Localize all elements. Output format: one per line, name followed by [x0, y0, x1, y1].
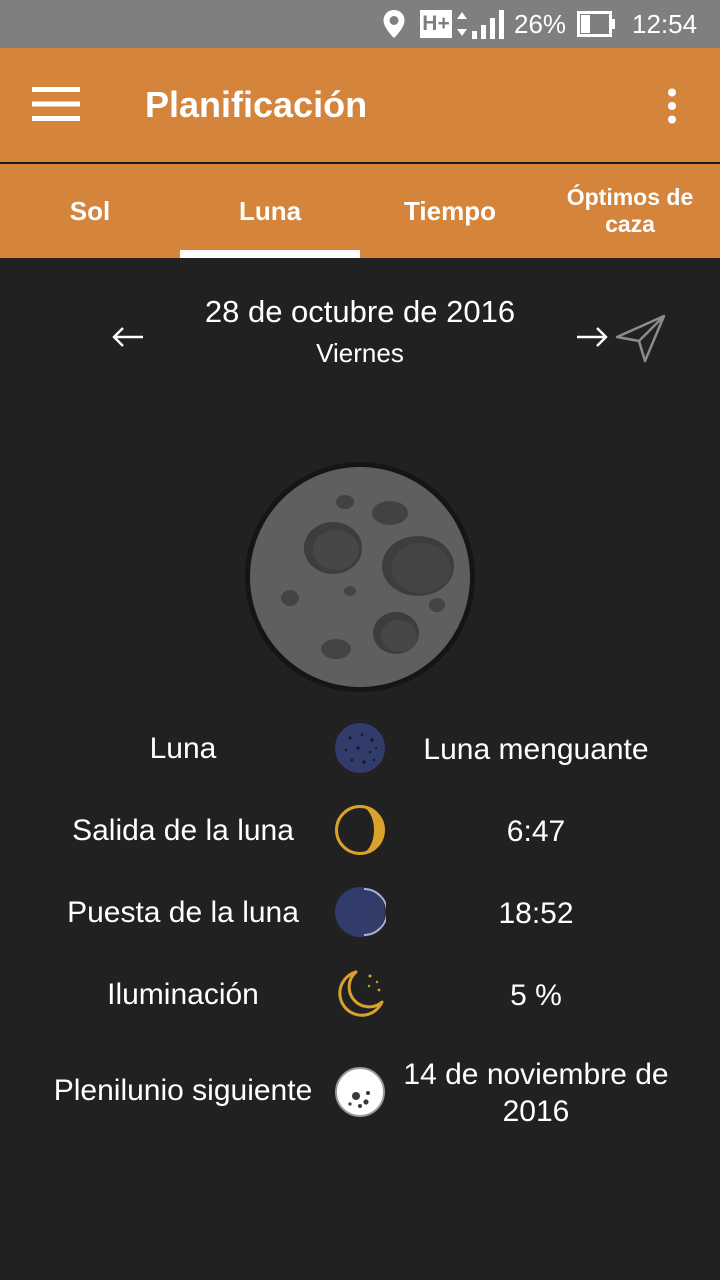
- date-navigator: 28 de octubre de 2016 Viernes: [0, 258, 720, 398]
- navigation-icon: [615, 314, 666, 363]
- info-label: Plenilunio siguiente: [53, 1074, 313, 1107]
- info-label: Salida de la luna: [72, 814, 294, 847]
- app-bar: Planificación: [0, 48, 720, 162]
- previous-day-button[interactable]: [108, 322, 148, 352]
- selected-tab-indicator: [180, 250, 360, 258]
- overflow-menu-button[interactable]: [646, 78, 698, 134]
- info-value: 18:52: [498, 897, 574, 930]
- battery-percent: 26%: [514, 8, 567, 39]
- info-label: Iluminación: [107, 978, 259, 1011]
- crescent-moon-icon: [334, 968, 386, 1020]
- location-icon: [382, 0, 406, 48]
- info-label: Luna: [149, 732, 217, 765]
- arrow-right-icon: [577, 327, 608, 347]
- network-icon: H+: [420, 0, 469, 48]
- tab-luna[interactable]: Luna: [180, 164, 360, 258]
- full-moon-icon: [334, 1066, 386, 1118]
- next-day-button[interactable]: [572, 322, 612, 352]
- tab-optimos-de-caza[interactable]: Óptimos de caza: [540, 164, 720, 258]
- signal-icon: [472, 0, 506, 48]
- network-type: H+: [420, 10, 452, 38]
- tab-bar: Sol Luna Tiempo Óptimos de caza: [0, 164, 720, 258]
- arrow-left-icon: [112, 327, 143, 347]
- selected-weekday: Viernes: [316, 338, 404, 368]
- info-value: Luna menguante: [423, 733, 649, 766]
- moon-illustration: [244, 461, 476, 693]
- info-value: 5 %: [510, 979, 562, 1012]
- tab-sol[interactable]: Sol: [0, 164, 180, 258]
- tab-tiempo[interactable]: Tiempo: [360, 164, 540, 258]
- status-bar: H+ 26% 12:54: [0, 0, 720, 48]
- info-label: Puesta de la luna: [67, 896, 299, 929]
- info-value: 14 de noviembre de 2016: [403, 1058, 669, 1128]
- moonset-icon: [334, 886, 388, 938]
- moonrise-icon: [334, 804, 386, 856]
- more-vertical-icon: [668, 88, 676, 124]
- hamburger-menu-icon: [32, 87, 80, 121]
- menu-button[interactable]: [22, 74, 90, 134]
- selected-date: 28 de octubre de 2016: [204, 294, 516, 329]
- info-value: 6:47: [506, 815, 566, 848]
- moon-phase-icon: [334, 722, 386, 774]
- battery-icon: [577, 0, 617, 48]
- current-location-button[interactable]: [612, 312, 668, 364]
- clock: 12:54: [632, 8, 698, 39]
- page-title: Planificación: [145, 84, 368, 125]
